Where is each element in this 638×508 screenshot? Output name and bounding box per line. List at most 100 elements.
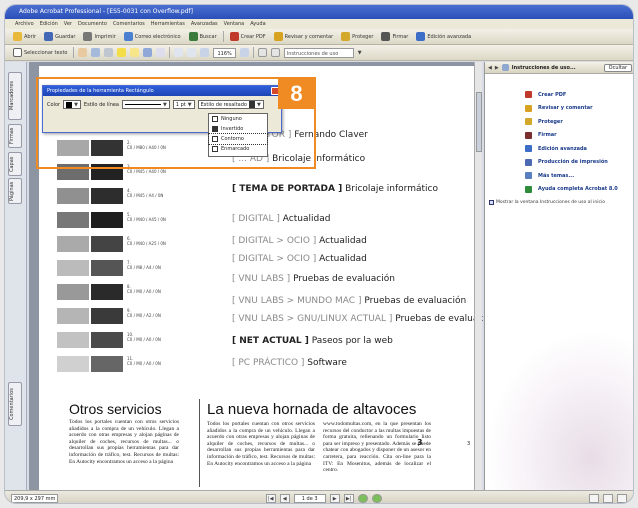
main-toolbar: Abrir Guardar Imprimir Correo electrónico Bu… bbox=[5, 29, 633, 45]
shape-tool-icon[interactable] bbox=[143, 48, 153, 57]
swatch-code: C0 / M0 / A2 / 0N bbox=[127, 313, 161, 318]
how-to-item-print-production[interactable]: Producción de impresión bbox=[485, 156, 633, 170]
toolbar-button-save[interactable]: Guardar bbox=[42, 31, 77, 43]
menu-item[interactable]: Avanzadas bbox=[191, 21, 218, 27]
menu-item[interactable]: Ventana bbox=[224, 21, 245, 27]
facing-view-icon[interactable] bbox=[617, 493, 628, 503]
swatch-row: 10. C0 / M0 / A0 / 0N bbox=[57, 332, 177, 348]
credit-section: [ NET ACTUAL ] bbox=[232, 336, 309, 346]
zoom-plus-icon[interactable] bbox=[239, 48, 249, 57]
zoom-in-icon[interactable] bbox=[91, 48, 101, 57]
toolbar-button-printer[interactable]: Imprimir bbox=[81, 31, 117, 43]
toolbar-separator bbox=[252, 47, 254, 58]
find-dropdown-icon[interactable]: ▼ bbox=[358, 50, 362, 56]
save-icon bbox=[44, 32, 54, 41]
swatch-light bbox=[57, 356, 89, 372]
forward-arrow-icon[interactable]: ▶ bbox=[495, 65, 499, 71]
toolbar-button-review[interactable]: Revisar y comentar bbox=[272, 31, 336, 43]
page-indicator[interactable]: 1 de 3 bbox=[293, 493, 326, 503]
page-size: 209,9 x 297 mm bbox=[11, 493, 59, 503]
go-back-button[interactable] bbox=[357, 493, 368, 503]
menu-item[interactable]: Comentarios bbox=[113, 21, 145, 27]
menu-item[interactable]: Documento bbox=[78, 21, 107, 27]
show-at-startup-checkbox[interactable]: Mostrar la ventana Instrucciones de uso … bbox=[489, 200, 631, 205]
toolbar-button-pen[interactable]: Firmar bbox=[379, 31, 410, 43]
menu-item[interactable]: Herramientas bbox=[151, 21, 185, 27]
how-to-item-review[interactable]: Revisar y comentar bbox=[485, 102, 633, 116]
swatch-light bbox=[57, 284, 89, 300]
how-to-item-lock[interactable]: Proteger bbox=[485, 115, 633, 129]
swatch-row: 9. C0 / M0 / A2 / 0N bbox=[57, 308, 177, 324]
toolbar-button-email[interactable]: Correo electrónico bbox=[122, 31, 183, 43]
credit-line: [ DIGITAL > OCIO ] Actualidad bbox=[232, 254, 367, 264]
next-page-button[interactable]: ▶ bbox=[329, 493, 340, 503]
toolbar-button-search[interactable]: Buscar bbox=[187, 31, 219, 43]
swatch-code: C0 / M40 / A25 / 0N bbox=[127, 241, 166, 246]
last-page-button[interactable]: ▶| bbox=[343, 493, 354, 503]
nav-tab-1[interactable]: Marcadores bbox=[8, 72, 22, 120]
prev-page-icon[interactable] bbox=[174, 48, 184, 57]
credit-section: [ DIGITAL > OCIO ] bbox=[232, 254, 317, 264]
nav-tab-3[interactable]: Capas bbox=[8, 152, 22, 176]
first-page-button[interactable]: |◀ bbox=[265, 493, 276, 503]
select-text-label: Seleccionar texto bbox=[24, 49, 68, 56]
nav-tab-5[interactable]: Comentarios bbox=[8, 382, 22, 426]
menu-item[interactable]: Archivo bbox=[15, 21, 34, 27]
nav-tab-4[interactable]: Páginas bbox=[8, 178, 22, 204]
zoom-level[interactable]: 116% bbox=[213, 47, 236, 58]
swatch-code: C0 / M0 / A0 / 0N bbox=[127, 289, 161, 294]
how-to-item-help[interactable]: Ayuda completa Acrobat 8.0 bbox=[485, 183, 633, 197]
vertical-scrollbar[interactable] bbox=[474, 62, 482, 490]
credit-section: [ TEMA DE PORTADA ] bbox=[232, 184, 343, 194]
how-to-item-more-topics[interactable]: Más temas... bbox=[485, 169, 633, 183]
hand-icon[interactable] bbox=[78, 48, 88, 57]
zoom-out-icon[interactable] bbox=[200, 48, 210, 57]
toolbar-button-advanced-edit[interactable]: Edición avanzada bbox=[414, 31, 473, 43]
toolbar-button-open-folder[interactable]: Abrir bbox=[11, 31, 38, 43]
advanced-edit-icon bbox=[416, 32, 426, 41]
menu-item[interactable]: Ayuda bbox=[250, 21, 265, 27]
how-to-item-pen[interactable]: Firmar bbox=[485, 129, 633, 143]
text-cursor-icon bbox=[13, 48, 22, 57]
swatch-dark bbox=[91, 260, 123, 276]
find-input[interactable]: Instrucciones de uso bbox=[283, 47, 354, 58]
nav-tab-2[interactable]: Firmas bbox=[8, 124, 22, 148]
continuous-view-icon[interactable] bbox=[603, 493, 614, 503]
select-text-tool[interactable]: Seleccionar texto bbox=[11, 47, 69, 59]
credit-line: [ PC PRÁCTICO ] Software bbox=[232, 358, 347, 368]
back-arrow-icon[interactable]: ◀ bbox=[488, 65, 492, 71]
next-page-icon[interactable] bbox=[187, 48, 197, 57]
fit-width-icon[interactable] bbox=[270, 48, 280, 57]
swatch-label: 5. C0 / M40 / A45 / 0N bbox=[127, 212, 177, 222]
pen-icon bbox=[525, 131, 532, 139]
toolbar-button-label: Abrir bbox=[24, 33, 37, 40]
menu-item[interactable]: Ver bbox=[64, 21, 72, 27]
scrollbar-thumb[interactable] bbox=[476, 92, 482, 152]
toolbar-button-lock[interactable]: Proteger bbox=[339, 31, 375, 43]
home-icon[interactable] bbox=[501, 64, 509, 71]
secondary-toolbar: Seleccionar texto 116% Instrucciones de … bbox=[5, 45, 633, 61]
how-to-item-create-pdf[interactable]: Crear PDF bbox=[485, 88, 633, 102]
page-mark: 3 bbox=[467, 441, 471, 447]
snapshot-icon[interactable] bbox=[104, 48, 114, 57]
how-to-item-advanced-edit[interactable]: Edición avanzada bbox=[485, 142, 633, 156]
credit-section: [ DIGITAL ] bbox=[232, 214, 280, 224]
highlight-icon[interactable] bbox=[117, 48, 127, 57]
credit-line: [ DIGITAL ] Actualidad bbox=[232, 214, 330, 224]
hide-button[interactable]: Ocultar bbox=[603, 63, 632, 72]
prev-page-button[interactable]: ◀ bbox=[279, 493, 290, 503]
more-topics-icon bbox=[525, 172, 532, 180]
credit-line: [ VNU LABS > GNU/LINUX ACTUAL ] Pruebas … bbox=[232, 314, 497, 324]
note-icon[interactable] bbox=[130, 48, 140, 57]
how-to-item-label: Edición avanzada bbox=[538, 145, 587, 152]
how-to-item-label: Producción de impresión bbox=[538, 159, 608, 166]
checkbox[interactable] bbox=[489, 200, 494, 205]
fit-page-icon[interactable] bbox=[257, 48, 267, 57]
credit-text: Software bbox=[304, 358, 347, 368]
go-forward-button[interactable] bbox=[371, 493, 382, 503]
toolbar-button-create-pdf[interactable]: Crear PDF bbox=[228, 31, 268, 43]
single-page-view-icon[interactable] bbox=[589, 493, 600, 503]
credit-text: Paseos por la web bbox=[308, 336, 393, 346]
text-box-icon[interactable] bbox=[156, 48, 166, 57]
menu-item[interactable]: Edición bbox=[40, 21, 58, 27]
